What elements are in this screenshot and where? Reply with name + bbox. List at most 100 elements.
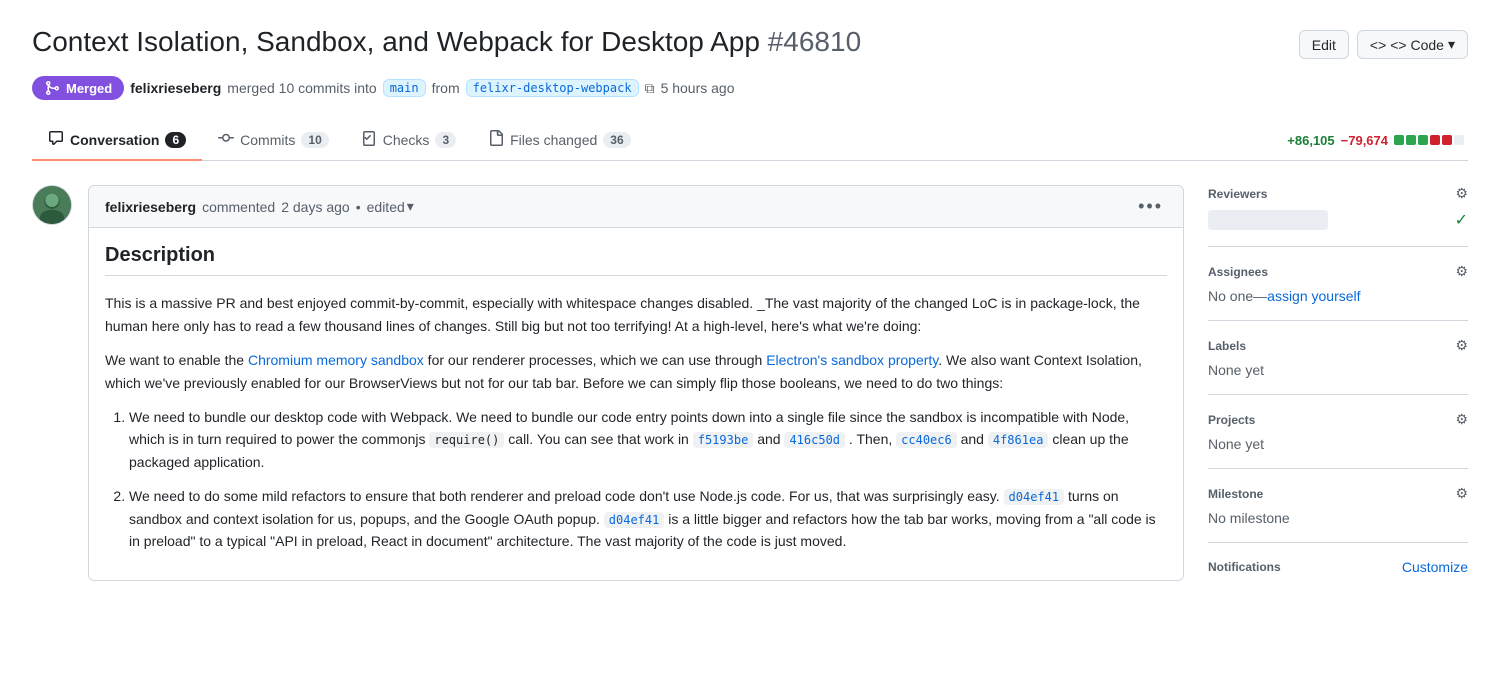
- edit-label: Edit: [1312, 37, 1336, 53]
- electron-sandbox-link[interactable]: Electron's sandbox property: [766, 352, 938, 368]
- edited-link[interactable]: edited ▾: [367, 198, 414, 215]
- tabs-bar: Conversation 6 Commits 10 Checks 3 Files…: [32, 120, 1468, 161]
- tab-checks[interactable]: Checks 3: [345, 120, 472, 161]
- projects-header: Projects ⚙: [1208, 411, 1468, 428]
- avatar: [32, 185, 72, 225]
- commit-4f861ea-link[interactable]: 4f861ea: [988, 431, 1049, 447]
- description-heading: Description: [105, 244, 1167, 276]
- labels-section: Labels ⚙ None yet: [1208, 321, 1468, 395]
- commit-cc40ec6-link[interactable]: cc40ec6: [896, 431, 957, 447]
- code-label: <> Code: [1390, 37, 1444, 53]
- code-button[interactable]: <> <> Code ▾: [1357, 30, 1468, 59]
- comment-header: felixrieseberg commented 2 days ago • ed…: [89, 186, 1183, 228]
- main-layout: felixrieseberg commented 2 days ago • ed…: [32, 161, 1468, 581]
- labels-header: Labels ⚙: [1208, 337, 1468, 354]
- list-item-2: We need to do some mild refactors to ens…: [129, 485, 1167, 552]
- comment-box: felixrieseberg commented 2 days ago • ed…: [88, 185, 1184, 581]
- tab-conversation[interactable]: Conversation 6: [32, 120, 202, 161]
- milestone-title: Milestone: [1208, 487, 1263, 501]
- diff-bar-seg-5: [1442, 135, 1452, 145]
- chevron-down-icon: ▾: [1448, 36, 1455, 53]
- assignees-value: No one—assign yourself: [1208, 288, 1468, 304]
- assignees-gear-icon[interactable]: ⚙: [1455, 263, 1468, 280]
- commit-cc40ec6: cc40ec6: [896, 432, 957, 448]
- customize-link[interactable]: Customize: [1402, 559, 1468, 575]
- assignees-section: Assignees ⚙ No one—assign yourself: [1208, 247, 1468, 321]
- chromium-sandbox-link[interactable]: Chromium memory sandbox: [248, 352, 424, 368]
- comment-action: commented: [202, 199, 275, 215]
- diff-bar-seg-4: [1430, 135, 1440, 145]
- milestone-header: Milestone ⚙: [1208, 485, 1468, 502]
- assignees-title: Assignees: [1208, 265, 1268, 279]
- commit-f5193be-link[interactable]: f5193be: [693, 431, 754, 447]
- diff-deletions: −79,674: [1341, 133, 1388, 148]
- code-icon: <>: [1370, 37, 1386, 53]
- reviewers-header: Reviewers ⚙: [1208, 185, 1468, 202]
- commit-4f861ea: 4f861ea: [988, 432, 1049, 448]
- milestone-section: Milestone ⚙ No milestone: [1208, 469, 1468, 543]
- commit-d04ef41-2: d04ef41: [604, 512, 665, 528]
- tab-files-changed[interactable]: Files changed 36: [472, 120, 647, 161]
- files-icon: [488, 130, 504, 149]
- comment-body: Description This is a massive PR and bes…: [89, 228, 1183, 580]
- copy-icon[interactable]: ⧉: [645, 80, 655, 97]
- content-area: felixrieseberg commented 2 days ago • ed…: [32, 185, 1184, 581]
- checks-icon: [361, 130, 377, 149]
- commit-d04ef41-link-1[interactable]: d04ef41: [1004, 488, 1065, 504]
- body-paragraph-2: We want to enable the Chromium memory sa…: [105, 349, 1167, 394]
- list-item-1: We need to bundle our desktop code with …: [129, 406, 1167, 473]
- tab-commits-count: 10: [301, 132, 328, 148]
- pr-title: Context Isolation, Sandbox, and Webpack …: [32, 24, 1283, 60]
- diff-additions: +86,105: [1287, 133, 1334, 148]
- then: . Then,: [849, 431, 896, 447]
- diff-bar-seg-6: [1454, 135, 1464, 145]
- base-branch[interactable]: main: [383, 79, 426, 97]
- commit-416c50d: 416c50d: [784, 432, 845, 448]
- tab-conversation-count: 6: [165, 132, 186, 148]
- labels-gear-icon[interactable]: ⚙: [1455, 337, 1468, 354]
- tab-commits[interactable]: Commits 10: [202, 120, 345, 161]
- edit-button[interactable]: Edit: [1299, 30, 1349, 59]
- diff-bar: [1394, 135, 1464, 145]
- reviewers-section: Reviewers ⚙ ✓: [1208, 185, 1468, 247]
- header-actions: Edit <> <> Code ▾: [1299, 30, 1468, 59]
- avatar-image: [33, 186, 71, 224]
- reviewers-gear-icon[interactable]: ⚙: [1455, 185, 1468, 202]
- list-item-1-suffix: call. You can see that work in: [508, 431, 689, 447]
- pr-action-text: merged 10 commits into: [227, 80, 376, 96]
- comment-header-left: felixrieseberg commented 2 days ago • ed…: [105, 198, 414, 215]
- projects-gear-icon[interactable]: ⚙: [1455, 411, 1468, 428]
- diff-bar-seg-2: [1406, 135, 1416, 145]
- edited-label: edited: [367, 199, 405, 215]
- conversation-icon: [48, 130, 64, 149]
- para2-prefix: We want to enable the: [105, 352, 248, 368]
- chevron-down-icon: ▾: [407, 198, 414, 215]
- diff-bar-seg-3: [1418, 135, 1428, 145]
- milestone-gear-icon[interactable]: ⚙: [1455, 485, 1468, 502]
- commit-d04ef41-link-2[interactable]: d04ef41: [604, 511, 665, 527]
- head-branch[interactable]: felixr-desktop-webpack: [466, 79, 639, 97]
- diff-bar-seg-1: [1394, 135, 1404, 145]
- comment-author[interactable]: felixrieseberg: [105, 199, 196, 215]
- labels-value: None yet: [1208, 362, 1468, 378]
- sidebar: Reviewers ⚙ ✓ Assignees ⚙ No one—assign …: [1208, 185, 1468, 581]
- body-paragraph-1: This is a massive PR and best enjoyed co…: [105, 292, 1167, 337]
- from-text: from: [432, 80, 460, 96]
- assign-yourself-link[interactable]: assign yourself: [1267, 288, 1360, 304]
- reviewer-placeholder: [1208, 210, 1328, 230]
- merged-badge: Merged: [32, 76, 124, 100]
- and2: and: [961, 431, 988, 447]
- merge-icon: [44, 80, 60, 96]
- notifications-section: Notifications Customize: [1208, 543, 1468, 575]
- notifications-title: Notifications: [1208, 560, 1281, 574]
- more-options-button[interactable]: •••: [1134, 196, 1167, 217]
- comment-time: 2 days ago: [281, 199, 350, 215]
- commit-416c50d-link[interactable]: 416c50d: [784, 431, 845, 447]
- pr-meta: Merged felixrieseberg merged 10 commits …: [32, 76, 1468, 100]
- and1: and: [757, 431, 784, 447]
- comment-wrapper: felixrieseberg commented 2 days ago • ed…: [32, 185, 1184, 581]
- no-one-text: No one—: [1208, 288, 1267, 304]
- pr-title-text: Context Isolation, Sandbox, and Webpack …: [32, 26, 760, 57]
- tab-checks-label: Checks: [383, 132, 430, 148]
- check-icon: ✓: [1455, 210, 1468, 230]
